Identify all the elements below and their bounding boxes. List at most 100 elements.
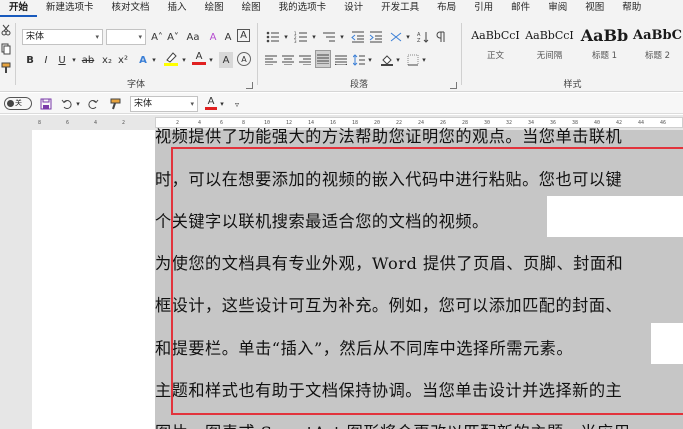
superscript-button[interactable]: x² [116,52,130,68]
chevron-down-icon[interactable]: ▾ [282,29,290,45]
qat-font-combo[interactable]: 宋体 ▾ [130,96,198,112]
tab-insert[interactable]: 插入 [159,0,196,17]
chevron-down-icon[interactable]: ▾ [207,52,215,68]
qat-font-value: 宋体 [134,99,153,109]
decrease-indent-icon[interactable] [350,29,366,45]
italic-button[interactable]: I [40,52,52,68]
tab-review[interactable]: 审阅 [539,0,576,17]
format-painter-icon[interactable] [108,96,124,112]
tab-review-doc[interactable]: 核对文档 [103,0,159,17]
ruler-number: 46 [660,120,667,126]
tab-draw-2[interactable]: 绘图 [233,0,270,17]
chevron-down-icon[interactable]: ▾ [74,96,82,112]
document-line[interactable]: 视频提供了功能强大的方法帮助您证明您的观点。当您单击联机 [155,123,622,147]
paragraph-dialog-launcher-icon[interactable] [450,82,457,89]
phonetic-guide-button[interactable]: A [222,29,234,45]
distribute-icon[interactable] [334,52,348,68]
chevron-down-icon[interactable]: ▾ [150,52,158,68]
redo-icon[interactable] [86,96,100,112]
annotation-red-box [171,147,683,415]
font-dialog-launcher-icon[interactable] [246,82,253,89]
tab-developer[interactable]: 开发工具 [372,0,428,17]
font-color-button[interactable]: A [191,50,207,66]
chevron-down-icon[interactable]: ▾ [338,29,346,45]
align-right-icon[interactable] [298,52,312,68]
autosave-toggle[interactable]: 关 [4,97,32,110]
chevron-down-icon[interactable]: ▾ [218,96,226,112]
chevron-down-icon[interactable]: ▾ [310,29,318,45]
chevron-down-icon[interactable]: ▾ [180,52,188,68]
cut-icon[interactable] [0,22,12,38]
tab-references[interactable]: 引用 [465,0,502,17]
chevron-down-icon[interactable]: ▾ [366,52,374,68]
style-heading-1[interactable]: AaBb 标题 1 [577,24,632,64]
grow-font-button[interactable]: A˄ [150,29,164,45]
line-spacing-icon[interactable] [352,52,366,68]
change-case-button[interactable]: Aa [183,29,203,45]
sort-icon[interactable]: AZ [416,29,430,45]
ribbon: 宋体 ▾ ▾ A˄ A˅ Aa A A A B I U ▾ ab x₂ x² A… [0,17,683,92]
numbering-icon[interactable]: 123 [292,29,310,45]
enclose-char-button[interactable]: A [237,52,251,66]
subscript-button[interactable]: x₂ [100,52,114,68]
tab-draw[interactable]: 绘图 [196,0,233,17]
ruler-number: 8 [38,120,42,126]
strikethrough-button[interactable]: ab [80,52,96,68]
clipboard-group [0,17,14,92]
shrink-font-button[interactable]: A˅ [166,29,180,45]
font-size-combo[interactable]: ▾ [106,29,146,45]
font-color-bar [205,107,217,110]
customize-qat-icon[interactable]: ▿ [232,96,242,112]
font-group: 宋体 ▾ ▾ A˄ A˅ Aa A A A B I U ▾ ab x₂ x² A… [16,17,256,92]
clear-format-button[interactable]: A [206,29,220,45]
justify-icon[interactable] [315,50,331,68]
highlight-color-bar [164,62,178,66]
bullets-icon[interactable] [264,29,282,45]
chevron-down-icon[interactable]: ▾ [70,52,78,68]
align-left-icon[interactable] [264,52,278,68]
show-marks-icon[interactable] [434,29,448,45]
chevron-down-icon[interactable]: ▾ [394,52,402,68]
style-normal[interactable]: AaBbCcI 正文 [468,24,523,64]
style-heading-2[interactable]: AaBbC 标题 2 [630,24,683,64]
tab-mailings[interactable]: 邮件 [502,0,539,17]
style-sample: AaBb [580,26,629,45]
copy-icon[interactable] [0,41,12,57]
style-no-spacing[interactable]: AaBbCcI 无间隔 [522,24,577,64]
tab-view[interactable]: 视图 [576,0,613,17]
tab-design[interactable]: 设计 [335,0,372,17]
qat-font-color-button[interactable]: A [204,95,218,111]
style-sample: AaBbC [633,28,682,43]
style-name: 无间隔 [536,51,563,61]
font-name-combo[interactable]: 宋体 ▾ [22,29,103,45]
toggle-knob [7,100,14,107]
style-name: 标题 2 [644,51,671,61]
increase-indent-icon[interactable] [368,29,384,45]
bold-button[interactable]: B [24,52,36,68]
chevron-down-icon[interactable]: ▾ [420,52,428,68]
ruler-number: 4 [94,120,98,126]
underline-button[interactable]: U [56,52,68,68]
format-painter-icon[interactable] [0,60,12,76]
text-effects-button[interactable]: A [136,52,150,68]
save-icon[interactable] [38,96,54,112]
undo-icon[interactable] [60,96,74,112]
tab-layout[interactable]: 布局 [428,0,465,17]
chinese-layout-icon[interactable] [388,29,404,45]
shading-icon[interactable] [380,52,394,68]
borders-icon[interactable] [406,52,420,68]
tab-new[interactable]: 新建选项卡 [37,0,103,17]
tab-help[interactable]: 帮助 [613,0,650,17]
tab-my-tab[interactable]: 我的选项卡 [270,0,336,17]
chevron-down-icon: ▾ [190,100,194,108]
font-color-bar [192,62,206,65]
highlight-color-button[interactable] [162,50,180,66]
char-border-button[interactable]: A [237,29,250,42]
style-name: 正文 [486,51,504,61]
multilevel-list-icon[interactable] [320,29,338,45]
tab-home[interactable]: 开始 [0,0,38,17]
align-center-icon[interactable] [281,52,295,68]
char-shading-button[interactable]: A [219,52,233,68]
document-line[interactable]: 图片、图表或 SmartArt 图形将会更改以匹配新的主题。当应用 [155,419,630,429]
chevron-down-icon[interactable]: ▾ [404,29,412,45]
